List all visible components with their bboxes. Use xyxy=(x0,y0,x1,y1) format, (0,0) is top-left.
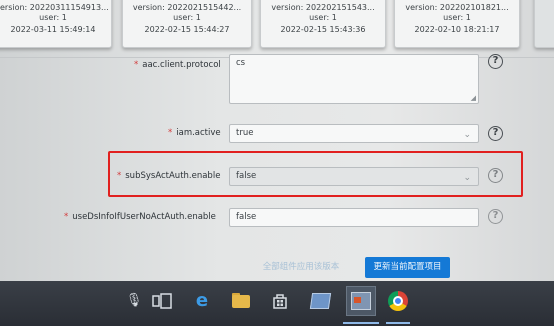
help-icon[interactable]: ? xyxy=(488,126,503,141)
version-text: version: 202202151543... xyxy=(271,3,375,12)
field-label-iam-active: * iam.active xyxy=(168,128,221,138)
required-star: * xyxy=(134,60,139,70)
aac-client-protocol-textarea[interactable]: cs ◢ xyxy=(229,54,479,104)
folder-body xyxy=(232,295,250,308)
iam-active-select[interactable]: true ⌄ xyxy=(229,124,479,143)
red-highlight-box xyxy=(108,151,523,197)
screen: /ersion: 20220311154913... user: 1 2022-… xyxy=(0,0,554,326)
user-text: user: 1 xyxy=(443,13,471,22)
version-text: version: 2022021515442... xyxy=(132,3,242,12)
app-icon[interactable] xyxy=(308,289,332,313)
timestamp-text: 2022-03-11 15:49:14 xyxy=(10,25,96,34)
task-view-icon[interactable] xyxy=(150,289,174,313)
update-current-config-button[interactable]: 更新当前配置项目 xyxy=(365,257,450,278)
chevron-down-icon: ⌄ xyxy=(463,130,471,140)
user-text: user: 1 xyxy=(39,13,67,22)
required-star: * xyxy=(168,128,173,138)
taskbar: 🎙 e xyxy=(0,281,554,326)
active-app-indicator xyxy=(343,322,379,324)
label-text: aac.client.protocol xyxy=(142,60,221,70)
version-text: /ersion: 20220311154913... xyxy=(0,3,109,12)
version-card[interactable]: version: 202202151543... user: 1 2022-02… xyxy=(260,0,386,48)
version-text: version: 202202101821... xyxy=(405,3,509,12)
version-card[interactable]: version: 2022021515442... user: 1 2022-0… xyxy=(122,0,252,48)
help-icon[interactable]: ? xyxy=(488,54,503,69)
required-star: * xyxy=(64,212,69,222)
help-icon[interactable]: ? xyxy=(488,209,503,224)
chrome-icon[interactable] xyxy=(386,289,410,313)
version-card[interactable]: version: 202202101821... user: 1 2022-02… xyxy=(394,0,520,48)
usedsinfoifusernoactauth-enable-select[interactable]: false xyxy=(229,208,479,227)
timestamp-text: 2022-02-15 15:43:36 xyxy=(280,25,366,34)
select-value: true xyxy=(236,128,254,138)
version-card-partial[interactable] xyxy=(534,0,554,48)
store-glyph xyxy=(273,294,287,309)
app-icon-active[interactable] xyxy=(346,286,376,316)
user-text: user: 1 xyxy=(309,13,337,22)
timestamp-text: 2022-02-15 15:44:27 xyxy=(144,25,230,34)
user-text: user: 1 xyxy=(173,13,201,22)
field-label-aac-client-protocol: * aac.client.protocol xyxy=(134,60,221,70)
mic-icon[interactable]: 🎙 xyxy=(122,289,146,313)
field-value: cs xyxy=(236,58,246,68)
edge-icon[interactable]: e xyxy=(190,289,214,313)
open-app-indicator xyxy=(386,322,410,324)
app-glyph-accent xyxy=(354,297,361,303)
task-view-glyph xyxy=(152,293,172,309)
timestamp-text: 2022-02-10 18:21:17 xyxy=(414,25,500,34)
label-text: iam.active xyxy=(176,128,221,138)
chrome-core xyxy=(393,296,403,306)
select-value: false xyxy=(236,212,257,222)
apply-all-components-button[interactable]: 全部组件应用该版本 xyxy=(250,257,352,278)
version-card[interactable]: /ersion: 20220311154913... user: 1 2022-… xyxy=(0,0,112,48)
label-text: useDsInfoIfUserNoActAuth.enable xyxy=(72,212,216,222)
resize-handle-icon[interactable]: ◢ xyxy=(471,94,476,102)
folder-icon[interactable] xyxy=(229,289,253,313)
store-icon[interactable] xyxy=(268,289,292,313)
app-glyph xyxy=(309,293,332,309)
field-label-usedsinfoifusernoactauth-enable: * useDsInfoIfUserNoActAuth.enable xyxy=(64,212,216,222)
